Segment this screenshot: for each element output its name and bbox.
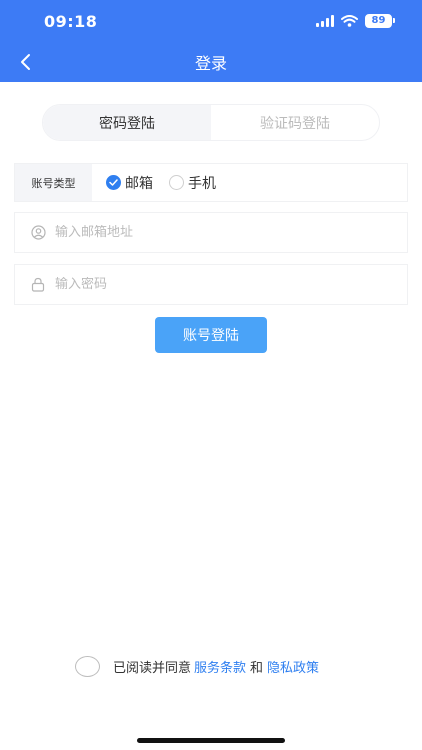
battery-icon: 89: [365, 14, 395, 28]
radio-email[interactable]: 邮箱: [106, 173, 153, 193]
lock-icon: [30, 277, 46, 293]
page-title: 登录: [194, 54, 227, 73]
account-type-label: 账号类型: [15, 164, 92, 201]
app-header: 09:18 89 登录: [0, 0, 422, 82]
home-indicator: [137, 738, 285, 743]
agreement-conjunction: 和: [250, 661, 264, 676]
radio-checked-icon: [106, 175, 121, 190]
terms-link[interactable]: 服务条款: [194, 657, 246, 676]
email-input[interactable]: [55, 225, 375, 240]
account-type-row: 账号类型 邮箱 手机: [14, 163, 408, 202]
radio-phone[interactable]: 手机: [169, 173, 216, 193]
wifi-icon: [341, 15, 358, 27]
radio-email-label: 邮箱: [125, 175, 153, 192]
email-field: [14, 212, 408, 253]
tab-code-login[interactable]: 验证码登陆: [211, 105, 379, 140]
tab-password-login[interactable]: 密码登陆: [43, 105, 211, 140]
radio-unchecked-icon: [169, 175, 184, 190]
radio-phone-label: 手机: [188, 175, 216, 192]
login-mode-tabs: 密码登陆 验证码登陆: [42, 104, 380, 141]
agreement-prefix: 已阅读并同意: [113, 661, 192, 676]
privacy-link[interactable]: 隐私政策: [267, 657, 319, 676]
login-button[interactable]: 账号登陆: [155, 317, 267, 353]
agreement-checkbox[interactable]: [75, 656, 100, 677]
password-field: [14, 264, 408, 305]
agreement-row: 已阅读并同意 服务条款 和 隐私政策: [75, 656, 319, 677]
status-time: 09:18: [44, 12, 98, 31]
status-icons: 89: [316, 14, 395, 28]
password-input[interactable]: [55, 277, 375, 292]
user-icon: [30, 225, 46, 241]
cellular-signal-icon: [316, 15, 334, 27]
